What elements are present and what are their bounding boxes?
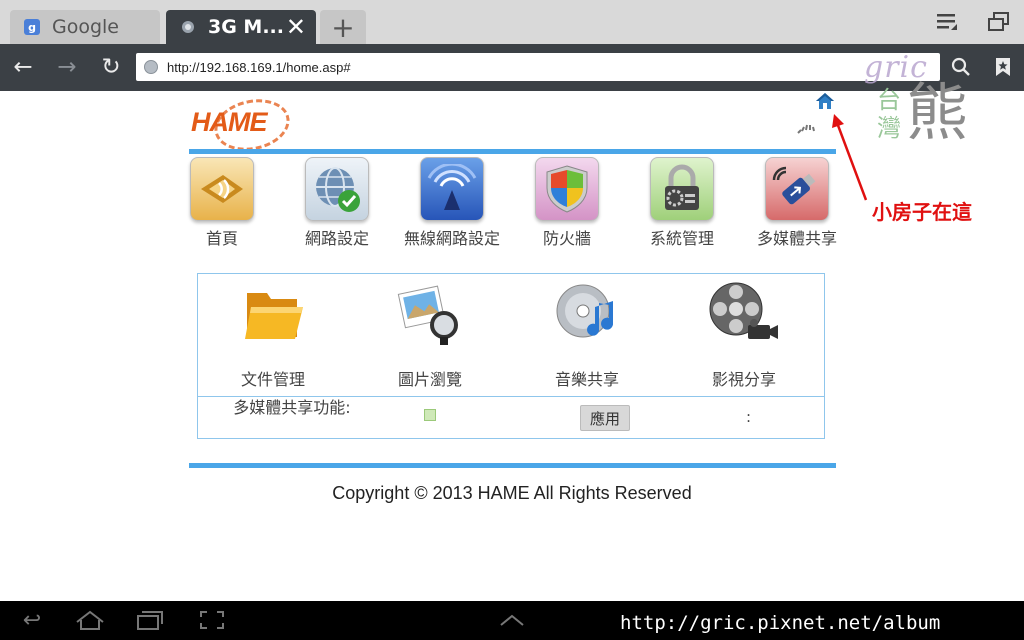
- nav-firewall[interactable]: 防火牆: [512, 157, 622, 249]
- footer-watermark: http://gric.pixnet.net/album: [620, 612, 941, 634]
- bottom-divider: [189, 463, 836, 468]
- media-label: 圖片瀏覽: [397, 370, 462, 389]
- back-arrow-icon[interactable]: ←: [8, 52, 38, 82]
- chevron-up-icon[interactable]: [494, 607, 530, 633]
- row-divider: [198, 396, 824, 397]
- media-photo-browser[interactable]: 圖片瀏覽: [355, 276, 505, 390]
- search-icon[interactable]: [946, 52, 976, 82]
- home-nav-icon[interactable]: [72, 607, 108, 633]
- shield-icon: [535, 157, 599, 221]
- bookmark-star-icon[interactable]: [988, 52, 1018, 82]
- brand-logo[interactable]: HAME: [191, 107, 267, 138]
- annotation-text: 小房子在這: [872, 200, 972, 224]
- switch-tabs-icon[interactable]: [986, 10, 1012, 34]
- apply-button[interactable]: 應用: [580, 405, 630, 431]
- tab-3g-manager[interactable]: 3G M... ✕: [166, 10, 316, 44]
- nav-network-settings[interactable]: 網路設定: [282, 157, 392, 249]
- cd-music-icon: [550, 276, 624, 350]
- forward-arrow-icon[interactable]: →: [52, 52, 82, 82]
- media-label: 影視分享: [711, 370, 776, 389]
- media-video-sharing[interactable]: 影視分享: [669, 276, 819, 390]
- sharing-checkbox[interactable]: [424, 409, 436, 421]
- nav-home[interactable]: 首頁: [167, 157, 277, 249]
- copyright-text: Copyright © 2013 HAME All Rights Reserve…: [332, 483, 692, 503]
- media-label: 音樂共享: [554, 370, 619, 389]
- sharing-label: 多媒體共享功能:: [233, 398, 351, 417]
- film-reel-icon: [707, 276, 781, 350]
- folder-icon: [236, 276, 310, 350]
- globe-check-icon: [305, 157, 369, 221]
- recent-apps-icon[interactable]: [132, 607, 168, 633]
- close-tab-icon[interactable]: ✕: [286, 13, 306, 41]
- multimedia-panel: 文件管理 圖片瀏覽 音樂共享 影視分享 多媒體共享功能: 應用 :: [197, 273, 825, 439]
- sharing-status: :: [746, 408, 752, 426]
- tab-title: Google: [52, 16, 120, 38]
- nav-label: 防火牆: [542, 229, 591, 248]
- back-icon[interactable]: ↩: [14, 607, 50, 633]
- wifi-signal-icon: [420, 157, 484, 221]
- photo-magnifier-icon: [393, 276, 467, 350]
- site-info-icon[interactable]: [144, 60, 158, 74]
- nav-label: 無線網路設定: [403, 229, 500, 248]
- nav-label: 首頁: [205, 229, 238, 248]
- media-music-sharing[interactable]: 音樂共享: [512, 276, 662, 390]
- media-label: 文件管理: [240, 370, 305, 389]
- nav-label: 系統管理: [649, 229, 714, 248]
- annotation-arrow-icon: [832, 114, 868, 201]
- browser-toolbar: ← → ↻ http://192.168.169.1/home.asp#: [0, 44, 1024, 91]
- top-divider: [189, 149, 836, 154]
- nav-label: 網路設定: [304, 229, 369, 248]
- watermark-vertical: 台灣: [877, 86, 901, 142]
- media-file-manager[interactable]: 文件管理: [198, 276, 348, 390]
- google-favicon-icon: g: [24, 19, 40, 35]
- tab-strip: g Google 3G M... ✕ +: [0, 0, 1024, 44]
- tab-google[interactable]: g Google: [10, 10, 160, 44]
- globe-favicon-icon: [180, 19, 196, 35]
- bookmarks-menu-icon[interactable]: [934, 10, 960, 34]
- nav-wireless-settings[interactable]: 無線網路設定: [397, 157, 507, 249]
- url-text[interactable]: http://192.168.169.1/home.asp#: [167, 60, 351, 75]
- nav-label: 多媒體共享: [756, 229, 837, 248]
- reload-icon[interactable]: ↻: [96, 52, 126, 82]
- screenshot-icon[interactable]: [194, 607, 230, 633]
- usb-drive-icon: [765, 157, 829, 221]
- new-tab-button[interactable]: +: [320, 10, 366, 44]
- lock-gear-icon: [650, 157, 714, 221]
- url-bar[interactable]: http://192.168.169.1/home.asp#: [136, 53, 940, 81]
- tab-title: 3G M...: [208, 16, 284, 38]
- loading-spinner-icon: [796, 120, 818, 134]
- nav-system-admin[interactable]: 系統管理: [627, 157, 737, 249]
- speaker-home-icon: [190, 157, 254, 221]
